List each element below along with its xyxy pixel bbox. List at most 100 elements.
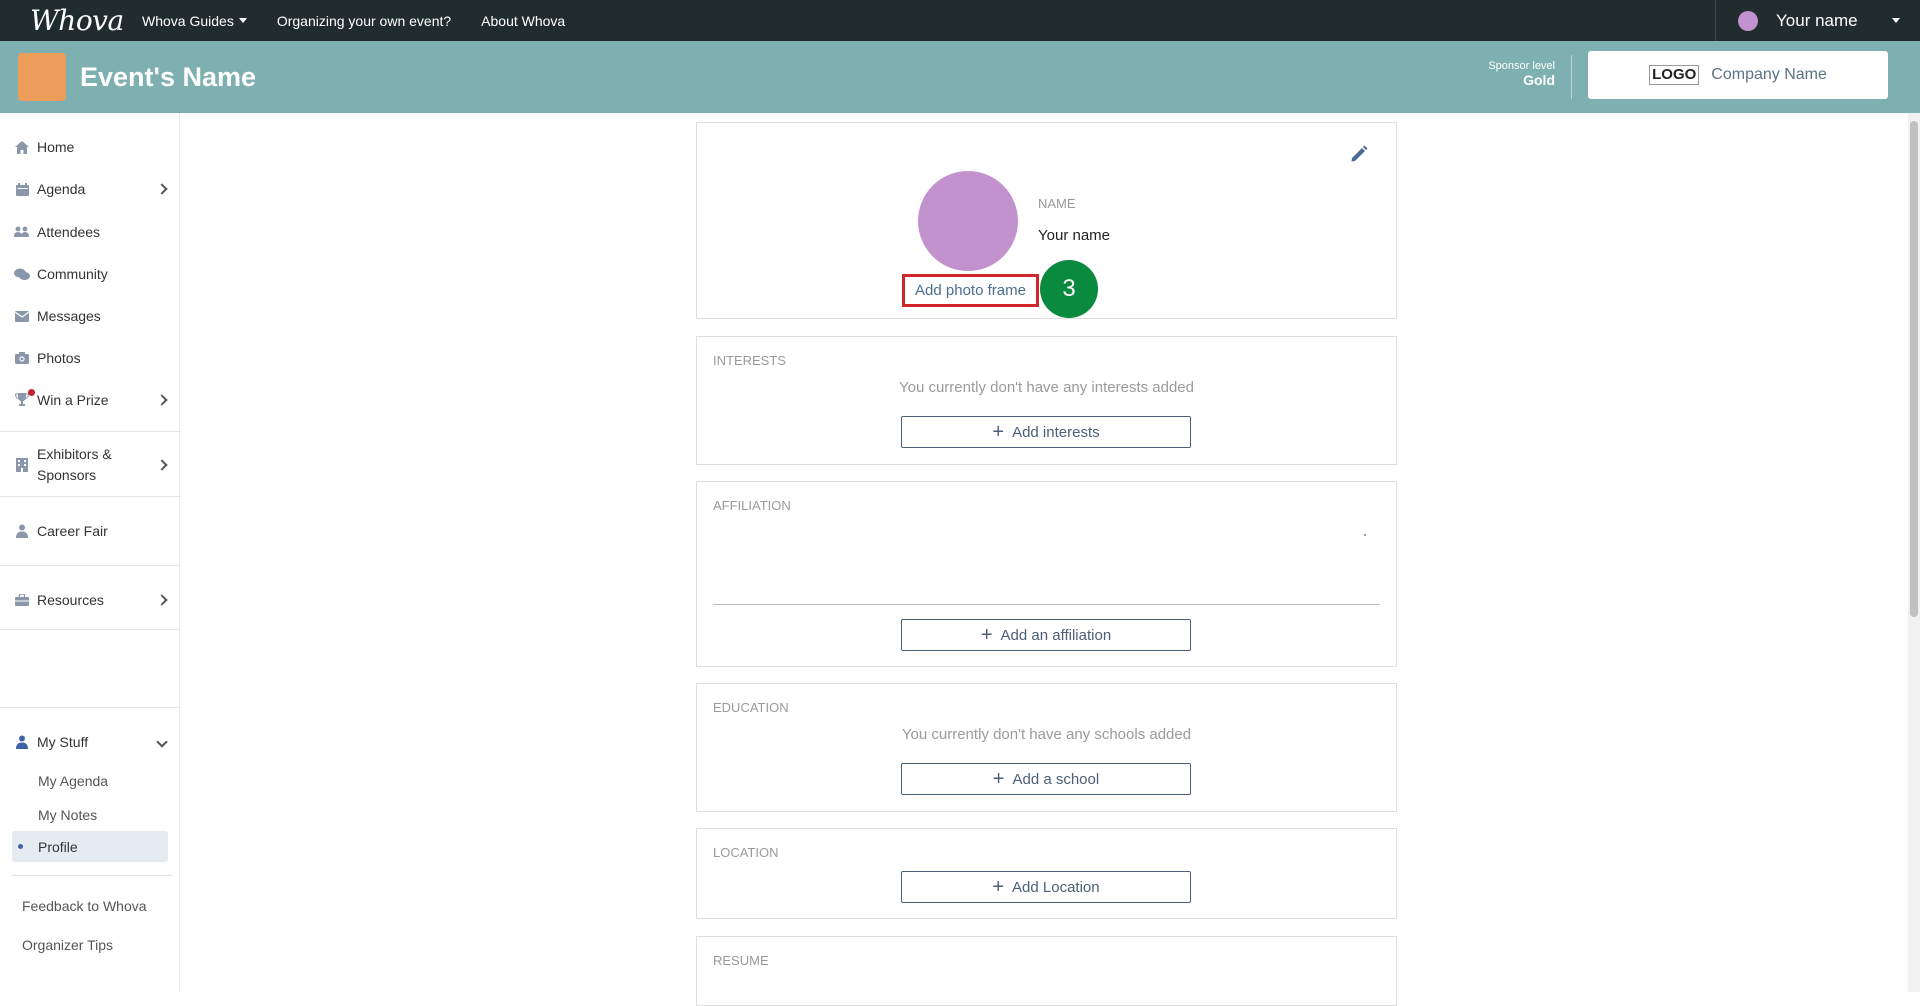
camera-icon — [14, 350, 30, 366]
envelope-icon — [14, 308, 30, 324]
calendar-icon — [14, 181, 30, 197]
add-location-button[interactable]: + Add Location — [901, 871, 1191, 903]
sidebar-item-career-fair[interactable]: Career Fair — [0, 513, 180, 549]
divider — [0, 431, 180, 432]
add-interests-button[interactable]: + Add interests — [901, 416, 1191, 448]
section-title: LOCATION — [713, 845, 779, 860]
chevron-right-icon — [156, 459, 168, 471]
name-value: Your name — [1038, 227, 1110, 244]
nav-whova-guides[interactable]: Whova Guides — [142, 13, 247, 29]
button-label: Add interests — [1012, 423, 1100, 441]
divider — [0, 565, 180, 566]
section-title: RESUME — [713, 953, 769, 968]
add-school-button[interactable]: + Add a school — [901, 763, 1191, 795]
sidebar-item-label: Resources — [37, 592, 104, 608]
empty-state-text: You currently don't have any interests a… — [898, 379, 1194, 396]
sponsor-level-label: Sponsor level — [1488, 60, 1555, 72]
sidebar-item-messages[interactable]: Messages — [0, 298, 180, 334]
scrollbar[interactable] — [1908, 113, 1920, 992]
organizer-tips-link[interactable]: Organizer Tips — [22, 937, 113, 953]
nav-organizing-event[interactable]: Organizing your own event? — [277, 13, 451, 29]
event-banner: Event's Name Sponsor level Gold LOGO Com… — [0, 41, 1920, 113]
divider — [0, 707, 180, 708]
trophy-icon — [14, 389, 35, 408]
notification-dot — [28, 389, 35, 396]
nav-about-whova[interactable]: About Whova — [481, 13, 565, 29]
plus-icon: + — [992, 768, 1005, 790]
caret-down-icon — [238, 18, 247, 23]
whova-logo[interactable]: Whova — [30, 4, 124, 37]
plus-icon: + — [992, 421, 1005, 443]
sidebar-item-exhibitors-sponsors[interactable]: Exhibitors & Sponsors — [0, 440, 180, 490]
user-name: Your name — [1776, 10, 1858, 30]
education-card: EDUCATION You currently don't have any s… — [696, 683, 1397, 812]
top-navbar: Whova Whova Guides Organizing your own e… — [0, 0, 1920, 41]
sidebar-item-my-stuff[interactable]: My Stuff — [0, 724, 180, 760]
nav-whova-guides-label: Whova Guides — [142, 12, 234, 29]
pencil-icon[interactable] — [1350, 145, 1370, 165]
sidebar-item-photos[interactable]: Photos — [0, 340, 180, 376]
sidebar-item-home[interactable]: Home — [0, 129, 180, 165]
button-label: Add an affiliation — [1000, 626, 1112, 644]
sidebar-item-resources[interactable]: Resources — [0, 582, 180, 618]
sidebar-item-label: My Stuff — [37, 734, 89, 750]
add-affiliation-button[interactable]: + Add an affiliation — [901, 619, 1191, 651]
top-nav: Whova Guides Organizing your own event? … — [142, 13, 595, 29]
sponsor-level-info: Sponsor level Gold — [1488, 60, 1555, 88]
home-icon — [14, 139, 30, 155]
sponsor-company-card[interactable]: LOGO Company Name — [1588, 51, 1888, 99]
button-label: Add Location — [1012, 878, 1100, 896]
sidebar-item-attendees[interactable]: Attendees — [0, 214, 180, 250]
sidebar-item-label: Messages — [37, 308, 101, 324]
divider — [12, 875, 172, 876]
name-label: NAME — [1038, 196, 1076, 211]
divider — [713, 604, 1380, 605]
sidebar-subitem-my-notes[interactable]: My Notes — [12, 799, 168, 830]
avatar[interactable] — [918, 171, 1018, 271]
location-card: LOCATION + Add Location — [696, 828, 1397, 919]
step-number-badge: 3 — [1040, 260, 1098, 318]
sidebar-item-label: Career Fair — [37, 523, 108, 539]
building-icon — [14, 457, 30, 473]
briefcase-icon — [14, 592, 30, 608]
divider — [1364, 534, 1366, 536]
feedback-link[interactable]: Feedback to Whova — [22, 898, 147, 914]
sidebar-item-label: Attendees — [37, 224, 101, 240]
sidebar-item-label-line1: Exhibitors & — [37, 446, 112, 462]
sidebar-item-agenda[interactable]: Agenda — [0, 171, 180, 207]
user-menu[interactable]: Your name — [1715, 0, 1920, 41]
empty-state-text: You currently don't have any schools add… — [901, 726, 1192, 743]
active-bullet-icon — [18, 844, 23, 849]
profile-main: NAME Your name Add photo frame 3 INTERES… — [180, 113, 1910, 1006]
divider — [1571, 55, 1572, 99]
sidebar-subitem-profile[interactable]: Profile — [12, 831, 168, 862]
sidebar-item-label: Exhibitors & Sponsors — [37, 444, 112, 486]
sidebar-item-community[interactable]: Community — [0, 256, 180, 292]
affiliation-card: AFFILIATION + Add an affiliation — [696, 481, 1397, 667]
sidebar-subitem-my-agenda[interactable]: My Agenda — [12, 765, 168, 796]
sidebar-item-win-a-prize[interactable]: Win a Prize — [0, 382, 180, 418]
chevron-right-icon — [156, 183, 168, 195]
divider — [0, 496, 180, 497]
nav-about-whova-label: About Whova — [481, 12, 566, 29]
sidebar-subitem-label: Profile — [38, 838, 78, 855]
nav-organizing-event-label: Organizing your own event? — [276, 12, 452, 29]
chat-icon — [14, 266, 30, 282]
button-label: Add a school — [1012, 770, 1100, 788]
resume-card: RESUME — [696, 936, 1397, 1006]
sidebar-item-label: Photos — [37, 350, 81, 366]
scrollbar-thumb[interactable] — [1910, 121, 1918, 617]
add-photo-frame-button[interactable]: Add photo frame — [902, 274, 1039, 307]
event-title: Event's Name — [80, 61, 257, 92]
interests-card: INTERESTS You currently don't have any i… — [696, 336, 1397, 465]
sidebar-item-label: Agenda — [37, 181, 86, 197]
plus-icon: + — [992, 876, 1005, 898]
section-title: INTERESTS — [713, 353, 786, 368]
section-title: EDUCATION — [713, 700, 789, 715]
sidebar-item-label: Win a Prize — [37, 392, 109, 408]
sidebar-item-label-line2: Sponsors — [37, 467, 97, 483]
plus-icon: + — [980, 624, 993, 646]
company-logo: LOGO — [1649, 65, 1700, 85]
section-title: AFFILIATION — [713, 498, 791, 513]
users-icon — [14, 224, 30, 240]
